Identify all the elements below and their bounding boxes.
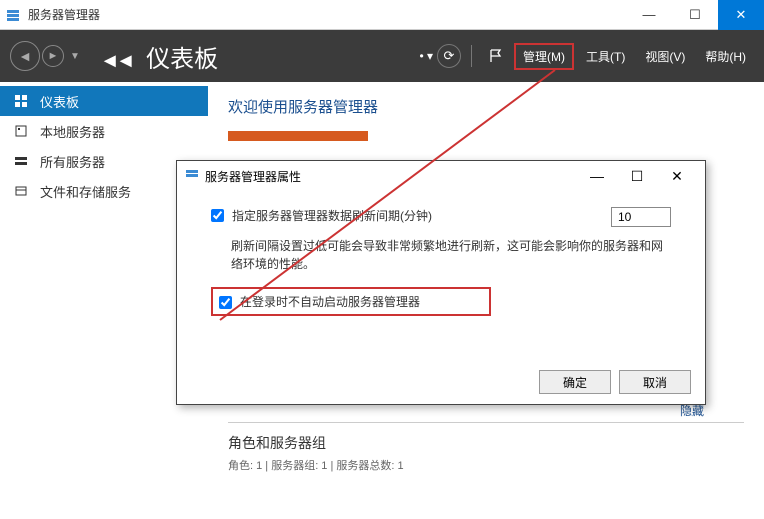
dashboard-icon — [14, 94, 30, 108]
maximize-button[interactable]: ☐ — [672, 0, 718, 30]
breadcrumb-label: 仪表板 — [146, 46, 218, 73]
autostart-label: 在登录时不自动启动服务器管理器 — [240, 293, 420, 310]
menu-help[interactable]: 帮助(H) — [697, 44, 754, 69]
dialog-title: 服务器管理器属性 — [205, 168, 301, 185]
refresh-button[interactable]: ⟳ — [437, 44, 461, 68]
storage-icon — [14, 184, 30, 198]
menu-tools[interactable]: 工具(T) — [578, 44, 633, 69]
breadcrumb: ◄◄ 仪表板 — [100, 39, 218, 74]
sidebar-item-label: 文件和存储服务 — [40, 182, 131, 201]
breadcrumb-arrows-icon: ◄◄ — [100, 50, 132, 72]
main-toolbar: ◄ ► ▼ ◄◄ 仪表板 • ▾ ⟳ 管理(M) 工具(T) 视图(V) 帮助(… — [0, 30, 764, 82]
flag-icon[interactable] — [482, 42, 510, 70]
toolbar-divider — [471, 45, 472, 67]
dialog-close-button[interactable]: ✕ — [657, 168, 697, 185]
nav-dropdown-icon[interactable]: ▼ — [70, 51, 80, 62]
cancel-button[interactable]: 取消 — [619, 370, 691, 394]
properties-dialog: 服务器管理器属性 — ☐ ✕ 指定服务器管理器数据刷新间期(分钟) 刷新间隔设置… — [176, 160, 706, 405]
app-icon — [6, 7, 22, 23]
sidebar-item-dashboard[interactable]: 仪表板 — [0, 86, 208, 116]
nav-forward-button[interactable]: ► — [42, 45, 64, 67]
group-counts: 角色: 1 | 服务器组: 1 | 服务器总数: 1 — [228, 457, 744, 473]
window-title: 服务器管理器 — [28, 6, 100, 23]
menu-view[interactable]: 视图(V) — [637, 44, 693, 69]
group-title: 角色和服务器组 — [228, 433, 744, 453]
autostart-row: 在登录时不自动启动服务器管理器 — [211, 287, 491, 316]
divider — [228, 422, 744, 423]
refresh-value-input[interactable] — [611, 207, 671, 227]
sidebar-item-label: 本地服务器 — [40, 122, 105, 141]
close-button[interactable]: ✕ — [718, 0, 764, 30]
sidebar-item-label: 所有服务器 — [40, 152, 105, 171]
dialog-maximize-button[interactable]: ☐ — [617, 168, 657, 185]
autostart-checkbox[interactable] — [219, 296, 232, 309]
accent-bar — [228, 131, 368, 141]
dialog-titlebar: 服务器管理器属性 — ☐ ✕ — [177, 161, 705, 191]
window-titlebar: 服务器管理器 — ☐ ✕ — [0, 0, 764, 30]
refresh-checkbox[interactable] — [211, 209, 224, 222]
dialog-icon — [185, 168, 199, 185]
welcome-heading: 欢迎使用服务器管理器 — [228, 96, 744, 117]
nav-back-button[interactable]: ◄ — [10, 41, 40, 71]
ok-button[interactable]: 确定 — [539, 370, 611, 394]
sidebar-item-label: 仪表板 — [40, 92, 79, 111]
dialog-minimize-button[interactable]: — — [577, 168, 617, 184]
server-icon — [14, 124, 30, 138]
servers-icon — [14, 154, 30, 168]
sidebar-item-local-server[interactable]: 本地服务器 — [0, 116, 208, 146]
menu-manage[interactable]: 管理(M) — [514, 43, 574, 70]
refresh-label: 指定服务器管理器数据刷新间期(分钟) — [232, 207, 432, 224]
toolbar-dropdown-icon[interactable]: • ▾ — [419, 49, 433, 63]
refresh-note: 刷新间隔设置过低可能会导致非常频繁地进行刷新，这可能会影响你的服务器和网络环境的… — [231, 237, 671, 273]
minimize-button[interactable]: — — [626, 0, 672, 30]
